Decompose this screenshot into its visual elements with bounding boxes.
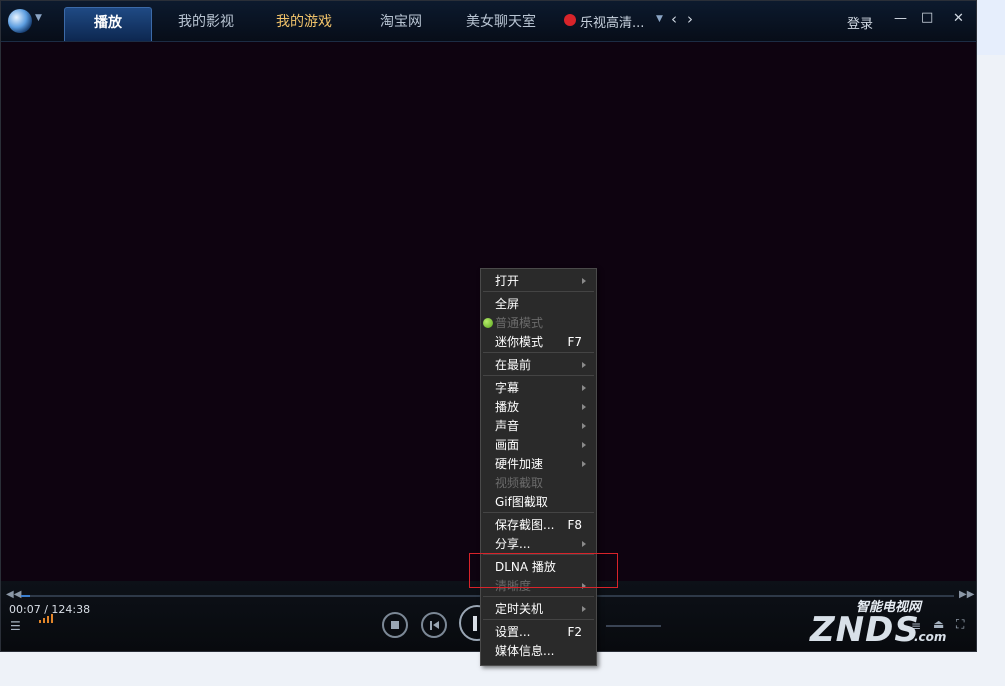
menu-item[interactable]: 打开 xyxy=(481,272,596,290)
menu-item-label: 保存截图... xyxy=(495,518,555,532)
previous-button[interactable] xyxy=(421,612,447,638)
menu-item-label: 在最前 xyxy=(495,358,532,372)
channel-tab[interactable]: 乐视高清... xyxy=(580,12,644,31)
menu-item-label: 字幕 xyxy=(495,381,520,395)
tab-my-videos[interactable]: 我的影视 xyxy=(161,7,251,40)
menu-item[interactable]: 硬件加速 xyxy=(481,455,596,473)
menu-item-label: 设置... xyxy=(495,625,531,639)
menu-item-label: Gif图截取 xyxy=(495,495,548,509)
maximize-button[interactable]: □ xyxy=(921,10,933,25)
menu-item-label: 分享... xyxy=(495,537,531,551)
menu-item-shortcut: F7 xyxy=(567,335,582,349)
menu-separator xyxy=(483,619,594,620)
menu-item-label: 硬件加速 xyxy=(495,457,544,471)
pause-icon xyxy=(473,616,477,631)
progress-fill xyxy=(21,595,31,597)
menu-item[interactable]: 画面 xyxy=(481,436,596,454)
checked-dot-icon xyxy=(483,318,493,328)
submenu-arrow-icon xyxy=(582,404,586,410)
menu-item[interactable]: Gif图截取 xyxy=(481,493,596,511)
volume-slider[interactable] xyxy=(606,625,661,627)
title-bar: ▼ 播放 我的影视 我的游戏 淘宝网 美女聊天室 乐视高清... ▼ ‹ › 登… xyxy=(1,1,976,42)
tab-taobao[interactable]: 淘宝网 xyxy=(361,7,441,40)
stop-button[interactable] xyxy=(382,612,408,638)
submenu-arrow-icon xyxy=(582,385,586,391)
desktop-background-strip xyxy=(977,0,1005,55)
menu-item-label: 画面 xyxy=(495,438,520,452)
submenu-arrow-icon xyxy=(582,423,586,429)
app-logo-icon[interactable] xyxy=(8,9,32,33)
menu-separator xyxy=(483,554,594,555)
eject-icon[interactable]: ⏏ xyxy=(933,617,944,631)
submenu-arrow-icon xyxy=(582,442,586,448)
logo-dropdown-icon[interactable]: ▼ xyxy=(35,13,42,23)
menu-separator xyxy=(483,596,594,597)
menu-item[interactable]: 设置... F2 xyxy=(481,623,596,641)
audio-settings-icon[interactable]: ≡ xyxy=(911,619,921,633)
previous-arrow-icon xyxy=(433,621,439,629)
menu-item[interactable]: 播放 xyxy=(481,398,596,416)
submenu-arrow-icon xyxy=(582,461,586,467)
submenu-arrow-icon xyxy=(582,278,586,284)
menu-item-label: 播放 xyxy=(495,400,520,414)
menu-item-shortcut: F2 xyxy=(567,625,582,639)
menu-item: 视频截取 xyxy=(481,474,596,492)
menu-item: 普通模式 xyxy=(481,314,596,332)
menu-item[interactable]: 迷你模式 F7 xyxy=(481,333,596,351)
menu-separator xyxy=(483,512,594,513)
menu-item[interactable]: 声音 xyxy=(481,417,596,435)
menu-item-label: 媒体信息... xyxy=(495,644,555,658)
submenu-arrow-icon xyxy=(582,541,586,547)
context-menu: 打开 全屏 普通模式 迷你模式 F7 在最前 字幕 播放 声音 画面 硬件加速 视频截取 Gif图截取保… xyxy=(480,268,597,666)
tab-my-games[interactable]: 我的游戏 xyxy=(259,7,349,40)
submenu-arrow-icon xyxy=(582,606,586,612)
playlist-icon[interactable]: ☰ xyxy=(10,619,21,633)
seek-back-icon[interactable]: ◀◀ xyxy=(6,589,21,600)
seek-forward-icon[interactable]: ▶▶ xyxy=(959,589,974,600)
menu-item[interactable]: DLNA 播放 xyxy=(481,558,596,576)
channel-dropdown-icon[interactable]: ▼ xyxy=(656,14,663,24)
menu-item[interactable]: 在最前 xyxy=(481,356,596,374)
menu-item-label: 声音 xyxy=(495,419,520,433)
menu-item[interactable]: 保存截图... F8 xyxy=(481,516,596,534)
login-button[interactable]: 登录 xyxy=(847,13,873,32)
menu-separator xyxy=(483,352,594,353)
menu-item[interactable]: 全屏 xyxy=(481,295,596,313)
submenu-arrow-icon xyxy=(582,362,586,368)
menu-item-shortcut: F8 xyxy=(567,518,582,532)
menu-item-label: 迷你模式 xyxy=(495,335,544,349)
menu-item-label: DLNA 播放 xyxy=(495,560,556,574)
submenu-arrow-icon xyxy=(582,583,586,589)
stop-icon xyxy=(391,621,399,629)
menu-item-label: 视频截取 xyxy=(495,476,544,490)
fullscreen-icon[interactable]: ⛶ xyxy=(956,617,964,632)
time-display: 00:07 / 124:38 xyxy=(9,603,90,616)
menu-item: 清晰度 xyxy=(481,577,596,595)
tab-play[interactable]: 播放 xyxy=(64,7,152,41)
menu-item-label: 定时关机 xyxy=(495,602,544,616)
menu-item-label: 全屏 xyxy=(495,297,520,311)
previous-icon xyxy=(430,621,432,630)
menu-item[interactable]: 分享... xyxy=(481,535,596,553)
menu-item-label: 打开 xyxy=(495,274,520,288)
close-button[interactable]: ✕ xyxy=(953,11,964,26)
menu-item[interactable]: 定时关机 xyxy=(481,600,596,618)
menu-item-label: 普通模式 xyxy=(495,316,544,330)
current-time: 00:07 xyxy=(9,603,41,616)
tab-scroll-left-icon[interactable]: ‹ xyxy=(671,10,677,28)
tab-chat-room[interactable]: 美女聊天室 xyxy=(453,7,549,40)
menu-item[interactable]: 字幕 xyxy=(481,379,596,397)
letv-logo-icon xyxy=(564,14,576,26)
menu-item-label: 清晰度 xyxy=(495,579,532,593)
menu-separator xyxy=(483,375,594,376)
tab-scroll-right-icon[interactable]: › xyxy=(687,10,693,28)
menu-item[interactable]: 媒体信息... xyxy=(481,642,596,660)
menu-separator xyxy=(483,291,594,292)
minimize-button[interactable]: — xyxy=(894,11,907,26)
